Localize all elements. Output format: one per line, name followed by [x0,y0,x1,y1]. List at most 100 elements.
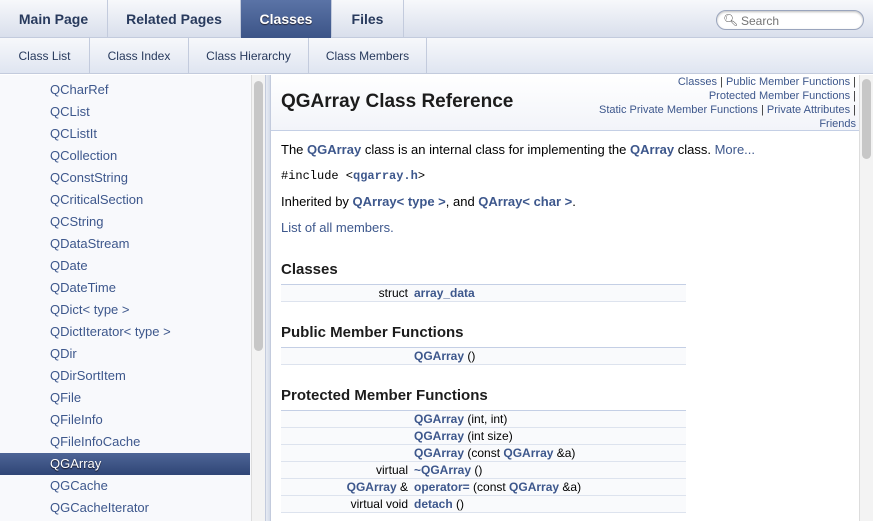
member-type [281,427,411,445]
tab-class-index[interactable]: Class Index [90,38,189,74]
summary-separator: | [757,104,767,116]
class-link-qgarray[interactable]: QGArray [307,142,361,157]
table-row: QGArray & operator= (const QGArray &a) [281,478,686,496]
table-row: QGArray (int, int) [281,410,686,428]
member-link[interactable]: operator= [414,480,470,494]
main-tab-bar: Main Page Related Pages Classes Files 🔍︎ [0,0,873,38]
member-link[interactable]: QGArray [414,429,464,443]
tab-related-pages[interactable]: Related Pages [108,0,241,38]
nav-item-qdatastream[interactable]: QDataStream [0,233,250,255]
class-nav-tree: QCharRef QCList QCListIt QCollection QCo… [0,75,265,521]
content-pane: QGArray Class Reference Classes | Public… [271,75,859,521]
nav-item-qconststring[interactable]: QConstString [0,167,250,189]
member-link[interactable]: array_data [414,286,475,300]
member-signature: detach () [411,495,686,513]
nav-item-qcstring[interactable]: QCString [0,211,250,233]
search-box[interactable]: 🔍︎ [716,10,864,30]
nav-item-qfile[interactable]: QFile [0,387,250,409]
inherited-text: . [572,194,576,209]
list-all-members: List of all members. [281,219,851,237]
nav-item-qclistit[interactable]: QCListIt [0,123,250,145]
member-arg-type-link[interactable]: QGArray [509,480,559,494]
classes-table: struct array_data [281,284,686,302]
summary-link-friends[interactable]: Friends [819,118,856,130]
tab-class-members[interactable]: Class Members [309,38,427,74]
nav-item-qdate[interactable]: QDate [0,255,250,277]
intro-text: The [281,142,308,157]
nav-item-qfileinfocache[interactable]: QFileInfoCache [0,431,250,453]
sidebar-scrollbar[interactable] [251,75,265,521]
inherited-link-qarray-char[interactable]: QArray< char > [478,194,572,209]
summary-separator: | [850,104,856,116]
member-type: QGArray & [281,478,411,496]
table-row: struct array_data [281,284,686,302]
nav-item-qdatetime[interactable]: QDateTime [0,277,250,299]
inherited-link-qarray-type[interactable]: QArray< type > [353,194,446,209]
sidebar-scroll-thumb[interactable] [254,81,263,351]
member-arg-type-link[interactable]: QGArray [503,446,553,460]
page-body: The QGArray class is an internal class f… [281,141,851,513]
member-args: (int, int) [464,412,508,426]
member-link[interactable]: detach [414,497,453,511]
include-suffix: > [417,169,426,183]
page-title: QGArray Class Reference [281,91,514,112]
protected-functions-table: QGArray (int, int) QGArray (int size) QG… [281,410,686,513]
more-link[interactable]: More... [715,142,755,157]
content-scroll-thumb[interactable] [862,79,871,159]
member-link[interactable]: ~QGArray [414,463,471,477]
nav-item-qdict[interactable]: QDict< type > [0,299,250,321]
member-type [281,410,411,428]
nav-item-qcriticalsection[interactable]: QCriticalSection [0,189,250,211]
nav-item-qcharref[interactable]: QCharRef [0,79,250,101]
summary-link-classes[interactable]: Classes [678,76,717,88]
member-type [281,347,411,365]
inherited-link-name: QArray [478,194,523,209]
intro-text: class. [674,142,715,157]
summary-link-public-member-functions[interactable]: Public Member Functions [726,76,850,88]
search-input[interactable] [741,13,859,28]
nav-item-qcollection[interactable]: QCollection [0,145,250,167]
tab-files[interactable]: Files [332,0,404,38]
nav-item-qdirsortitem[interactable]: QDirSortItem [0,365,250,387]
member-args: () [452,497,465,511]
nav-item-qdictiterator[interactable]: QDictIterator< type > [0,321,250,343]
nav-item-qgarray[interactable]: QGArray [0,453,250,475]
summary-link-protected-member-functions[interactable]: Protected Member Functions [709,90,850,102]
summary-links: Classes | Public Member Functions | Prot… [556,75,856,131]
summary-separator: | [850,90,856,102]
nav-item-qclist[interactable]: QCList [0,101,250,123]
nav-item-qgcacheiterator[interactable]: QGCacheIterator [0,497,250,519]
member-args: (const [464,446,504,460]
summary-link-private-attributes[interactable]: Private Attributes [767,104,850,116]
member-link[interactable]: QGArray [414,446,464,460]
member-link[interactable]: QGArray [414,349,464,363]
member-args: () [464,349,476,363]
tab-main-page[interactable]: Main Page [0,0,108,38]
member-signature: QGArray (int, int) [411,410,686,428]
include-file-link[interactable]: qgarray.h [353,169,418,183]
member-signature: QGArray (const QGArray &a) [411,444,686,462]
tab-class-hierarchy[interactable]: Class Hierarchy [189,38,309,74]
return-type-link[interactable]: QGArray [347,480,397,494]
section-title-classes: Classes [281,261,338,278]
nav-item-qdir[interactable]: QDir [0,343,250,365]
content-scrollbar[interactable] [859,75,873,521]
page-header: QGArray Class Reference Classes | Public… [271,75,859,131]
nav-item-qgcache[interactable]: QGCache [0,475,250,497]
nav-item-qfileinfo[interactable]: QFileInfo [0,409,250,431]
summary-link-static-private-member-functions[interactable]: Static Private Member Functions [599,104,758,116]
list-all-members-link[interactable]: List of all members. [281,220,394,235]
tab-classes[interactable]: Classes [241,0,332,38]
brief-description: The QGArray class is an internal class f… [281,141,851,159]
member-type: virtual void [281,495,411,513]
table-row: QGArray (const QGArray &a) [281,444,686,462]
tab-class-list[interactable]: Class List [0,38,90,74]
class-link-qarray[interactable]: QArray [630,142,674,157]
include-prefix: #include < [281,169,354,183]
member-signature: operator= (const QGArray &a) [411,478,686,496]
return-type-suffix: & [396,480,408,494]
member-link[interactable]: QGArray [414,412,464,426]
member-args: &a) [559,480,582,494]
section-title-protected: Protected Member Functions [281,387,488,404]
member-args: () [471,463,483,477]
